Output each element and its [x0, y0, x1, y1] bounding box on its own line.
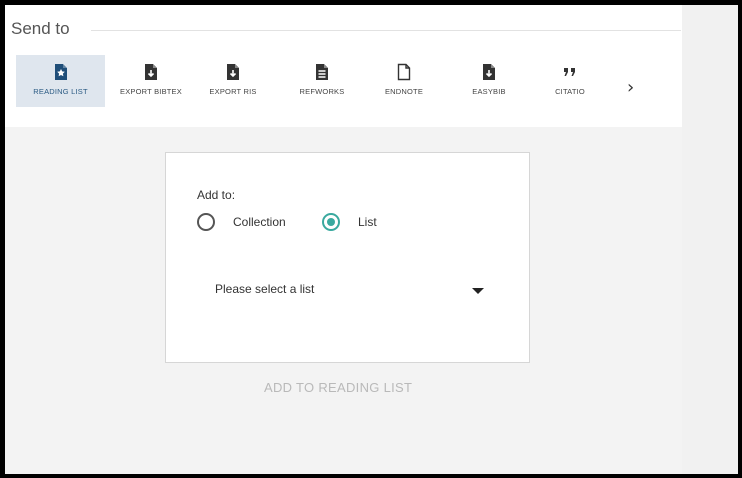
dropdown-caret-icon[interactable]	[472, 288, 484, 294]
list-select[interactable]: Please select a list	[204, 273, 484, 299]
panel-title: Send to	[11, 19, 70, 38]
export-ris-icon	[227, 64, 239, 80]
right-gutter	[682, 5, 738, 474]
tool-citation[interactable]: CITATIO	[538, 55, 602, 107]
endnote-icon	[397, 63, 411, 81]
radio-label: Collection	[233, 215, 286, 229]
tool-export-bibtex[interactable]: EXPORT BIBTEX	[115, 55, 187, 107]
tool-endnote[interactable]: ENDNOTE	[368, 55, 440, 107]
citation-quote-icon	[564, 68, 575, 76]
tool-label: READING LIST	[33, 87, 88, 96]
add-to-reading-list-button[interactable]: ADD TO READING LIST	[264, 380, 412, 395]
tool-reading-list[interactable]: READING LIST	[16, 55, 105, 107]
tool-label: EXPORT BIBTEX	[120, 87, 182, 96]
send-to-toolbar: READING LIST EXPORT BIBTEX EXPORT RIS RE…	[16, 55, 666, 107]
collection-radio[interactable]: Collection	[197, 213, 286, 231]
reading-list-icon	[54, 64, 67, 80]
tool-label: ENDNOTE	[384, 87, 424, 96]
tool-label: REFWORKS	[299, 87, 345, 96]
tool-label: CITATIO	[555, 87, 585, 96]
send-to-panel: Send to READING LIST EXPORT BIBTEX EXPOR…	[5, 5, 738, 474]
tool-easybib[interactable]: EASYBIB	[453, 55, 525, 107]
select-value: Please select a list	[215, 282, 315, 296]
export-bibtex-icon	[145, 64, 157, 80]
panel-header: Send to READING LIST EXPORT BIBTEX EXPOR…	[5, 5, 682, 127]
chevron-right-icon[interactable]: ›	[627, 77, 634, 98]
radio-checked-icon[interactable]	[322, 213, 340, 231]
add-to-label: Add to:	[197, 188, 236, 202]
tool-refworks[interactable]: REFWORKS	[286, 55, 358, 107]
tool-label: EASYBIB	[472, 87, 506, 96]
list-radio[interactable]: List	[322, 213, 377, 231]
title-divider	[91, 30, 681, 31]
add-to-card: Add to: Collection List Please select a …	[165, 152, 530, 363]
refworks-icon	[316, 64, 328, 80]
radio-label: List	[358, 215, 377, 229]
radio-unchecked-icon[interactable]	[197, 213, 215, 231]
easybib-icon	[483, 64, 495, 80]
tool-label: EXPORT RIS	[209, 87, 257, 96]
tool-export-ris[interactable]: EXPORT RIS	[197, 55, 269, 107]
